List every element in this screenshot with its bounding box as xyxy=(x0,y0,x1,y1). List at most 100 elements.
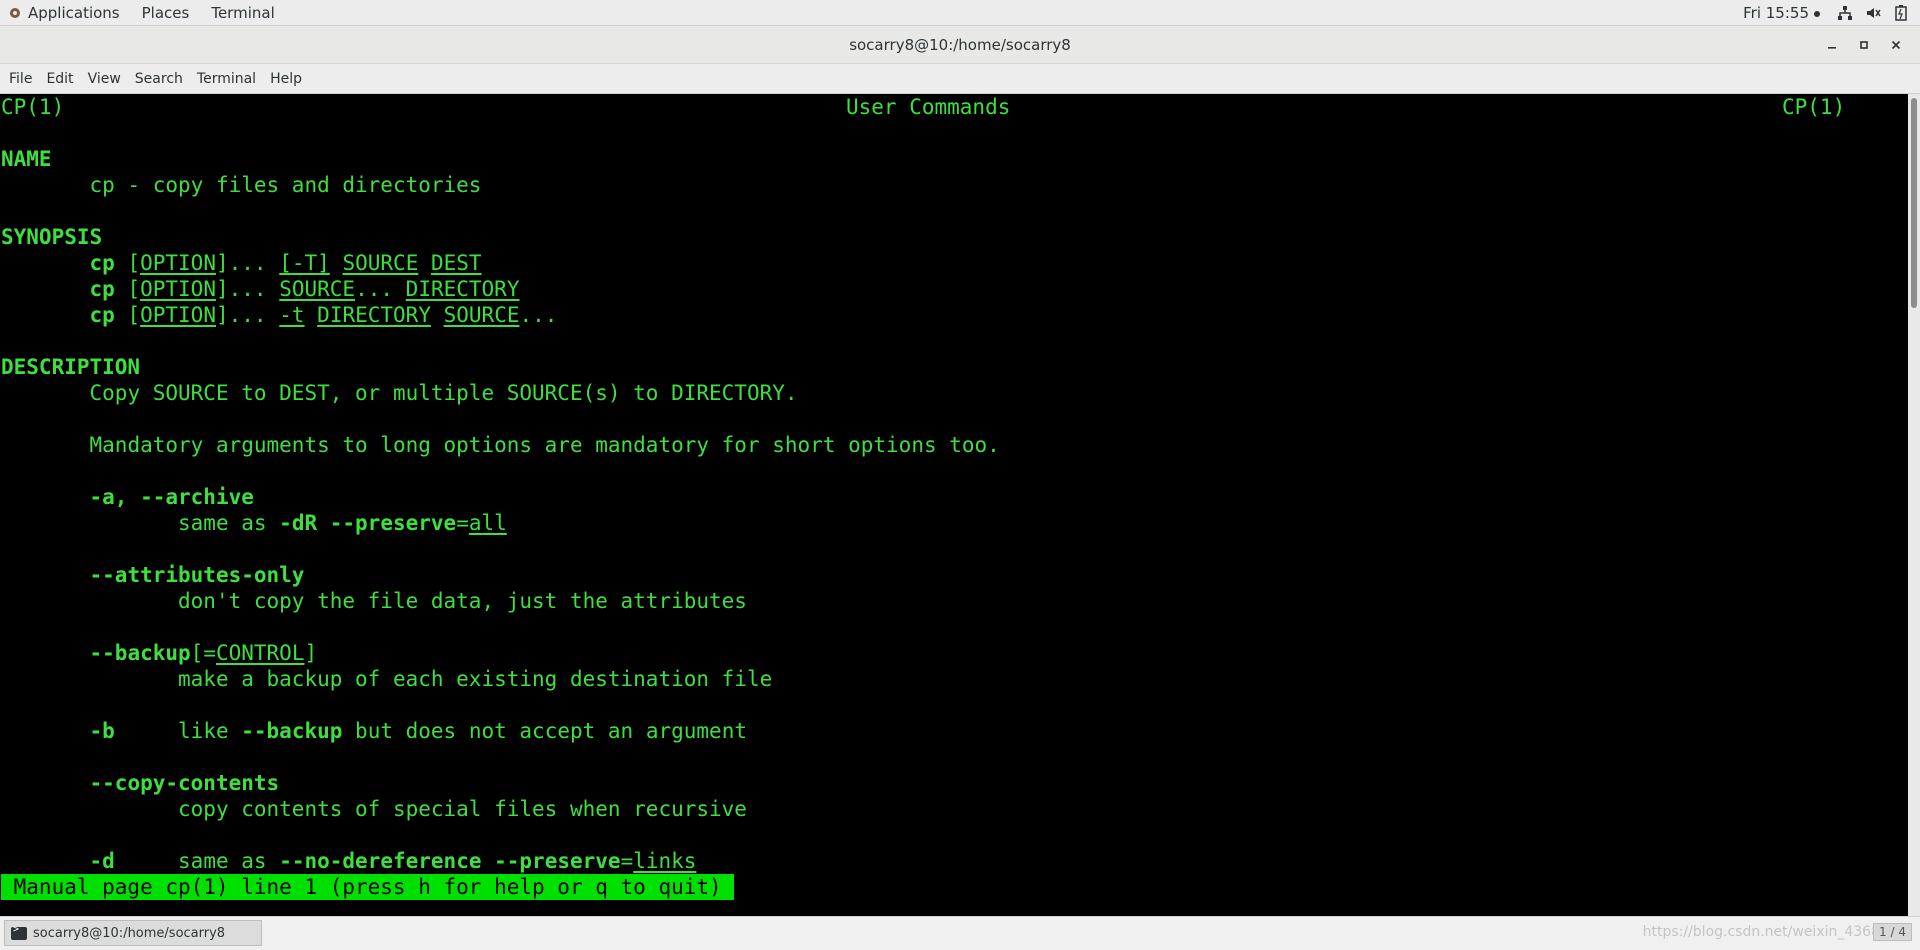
opt-copy-flag: --copy-contents xyxy=(89,771,280,795)
desc-line-1: Copy SOURCE to DEST, or multiple SOURCE(… xyxy=(1,380,1908,406)
syn-source: SOURCE xyxy=(443,303,520,327)
opt-d-desc-pre: same as xyxy=(178,849,280,873)
network-icon[interactable] xyxy=(1836,4,1854,22)
opt-a-desc-val: all xyxy=(468,511,507,535)
terminal-app-label: Terminal xyxy=(211,3,275,22)
opt-d-desc-val: links xyxy=(633,849,697,873)
menu-help[interactable]: Help xyxy=(263,64,309,94)
syn-cmd: cp xyxy=(89,277,115,301)
opt-backup-desc: make a backup of each existing destinati… xyxy=(178,667,773,691)
window-title-bar[interactable]: socarry8@10:/home/socarry8 xyxy=(0,26,1920,64)
terminal-screen[interactable]: CP(1) User Commands CP(1) NAME cp - copy f… xyxy=(0,94,1908,916)
menu-view[interactable]: View xyxy=(81,64,128,94)
section-name-heading: NAME xyxy=(1,147,52,171)
taskbar-window-label: socarry8@10:/home/socarry8 xyxy=(33,925,226,941)
places-label: Places xyxy=(141,3,190,22)
bottom-taskbar: socarry8@10:/home/socarry8 https://blog.… xyxy=(0,916,1920,950)
watermark: https://blog.csdn.net/weixin_4368 xyxy=(1642,924,1880,940)
battery-icon[interactable] xyxy=(1892,4,1910,22)
maximize-button[interactable] xyxy=(1848,26,1880,64)
man-header: CP(1) User Commands CP(1) xyxy=(1,94,1908,120)
opt-attr-flag: --attributes-only xyxy=(89,563,305,587)
opt-b-flag: -b xyxy=(89,719,115,743)
man-header-center: User Commands xyxy=(846,95,1011,119)
opt-backup-bracket-close: ] xyxy=(304,641,318,665)
synopsis-line-2: cp [OPTION]... SOURCE... DIRECTORY xyxy=(89,277,520,301)
syn-dots: ... xyxy=(355,277,394,301)
syn-t: -t xyxy=(279,303,305,327)
name-line: cp - copy files and directories xyxy=(1,172,1908,198)
clock[interactable]: Fri 15:55 xyxy=(1743,4,1820,22)
syn-option: OPTION xyxy=(140,303,216,327)
syn-dots: ... xyxy=(228,251,267,275)
opt-copy-desc: copy contents of special files when recu… xyxy=(178,797,747,821)
syn-source: SOURCE xyxy=(279,277,356,301)
opt-backup-bracket-open: [= xyxy=(190,641,216,665)
syn-cmd: cp xyxy=(89,251,115,275)
synopsis-line-3: cp [OPTION]... -t DIRECTORY SOURCE... xyxy=(89,303,558,327)
option-archive: -a, --archive xyxy=(1,484,1908,510)
opt-d-flag: -d xyxy=(89,849,115,873)
syn-dots: ... xyxy=(519,303,558,327)
close-button[interactable] xyxy=(1880,26,1912,64)
opt-a-desc-eq: = xyxy=(456,511,469,535)
pager-status: Manual page cp(1) line 1 (press h for he… xyxy=(1,874,734,900)
option-b: -b like --backup but does not accept an … xyxy=(1,718,1908,744)
syn-directory: DIRECTORY xyxy=(405,277,520,301)
menu-file[interactable]: File xyxy=(2,64,39,94)
opt-b-desc-flag: --backup xyxy=(241,719,343,743)
option-attributes-only: --attributes-only xyxy=(1,562,1908,588)
syn-T: -T xyxy=(291,251,318,275)
desc-text-1: Copy SOURCE to DEST, or multiple SOURCE(… xyxy=(89,381,798,405)
terminal-icon xyxy=(11,924,27,940)
option-d: -d same as --no-dereference --preserve=l… xyxy=(1,848,1908,874)
opt-backup-flag: --backup xyxy=(89,641,191,665)
applications-label: Applications xyxy=(28,3,120,22)
option-copy-contents: --copy-contents xyxy=(1,770,1908,796)
opt-b-desc-pre: like xyxy=(178,719,242,743)
volume-icon[interactable] xyxy=(1864,4,1882,22)
option-backup-desc: make a backup of each existing destinati… xyxy=(1,666,1908,692)
desc-text-2: Mandatory arguments to long options are … xyxy=(89,433,1000,457)
terminal-menubar: File Edit View Search Terminal Help xyxy=(0,64,1920,94)
syn-dots: ... xyxy=(228,277,267,301)
syn-dots: ... xyxy=(228,303,267,327)
section-synopsis-heading: SYNOPSIS xyxy=(1,225,103,249)
option-attributes-only-desc: don't copy the file data, just the attri… xyxy=(1,588,1908,614)
opt-backup-arg: CONTROL xyxy=(215,641,305,665)
opt-d-desc-flag: --no-dereference --preserve xyxy=(279,849,621,873)
name-text: cp - copy files and directories xyxy=(89,173,482,197)
clock-text: Fri 15:55 xyxy=(1743,4,1809,22)
terminal-app-menu[interactable]: Terminal xyxy=(200,0,285,26)
workspace-indicator[interactable]: 1 / 4 xyxy=(1873,923,1912,941)
applications-menu[interactable]: Applications xyxy=(0,0,131,26)
syn-dest: DEST xyxy=(431,251,482,275)
syn-option: OPTION xyxy=(140,251,216,275)
places-menu[interactable]: Places xyxy=(131,0,201,26)
opt-a-desc-flag: -dR --preserve xyxy=(279,511,457,535)
window-title: socarry8@10:/home/socarry8 xyxy=(849,35,1071,54)
opt-attr-desc: don't copy the file data, just the attri… xyxy=(178,589,747,613)
taskbar-window-button[interactable]: socarry8@10:/home/socarry8 xyxy=(4,920,262,946)
menu-search[interactable]: Search xyxy=(128,64,190,94)
man-header-right: CP(1) xyxy=(1782,95,1846,119)
opt-b-desc-post: but does not accept an argument xyxy=(342,719,747,743)
option-copy-contents-desc: copy contents of special files when recu… xyxy=(1,796,1908,822)
opt-d-desc-eq: = xyxy=(620,849,634,873)
option-archive-desc: same as -dR --preserve=all xyxy=(1,510,1908,536)
section-description-heading: DESCRIPTION xyxy=(1,355,141,379)
man-header-left: CP(1) xyxy=(1,95,65,119)
pager-status-line: Manual page cp(1) line 1 (press h for he… xyxy=(1,874,1908,900)
scrollbar-thumb[interactable] xyxy=(1911,98,1917,308)
notification-dot-icon xyxy=(1814,10,1820,17)
opt-a-desc-pre: same as xyxy=(178,511,280,535)
desc-line-2: Mandatory arguments to long options are … xyxy=(1,432,1908,458)
syn-directory: DIRECTORY xyxy=(317,303,431,327)
gnome-foot-icon xyxy=(8,6,22,20)
syn-cmd: cp xyxy=(89,303,115,327)
menu-terminal[interactable]: Terminal xyxy=(190,64,263,94)
menu-edit[interactable]: Edit xyxy=(39,64,80,94)
terminal-scrollbar[interactable] xyxy=(1908,94,1920,916)
syn-source: SOURCE xyxy=(342,251,419,275)
minimize-button[interactable] xyxy=(1816,26,1848,64)
